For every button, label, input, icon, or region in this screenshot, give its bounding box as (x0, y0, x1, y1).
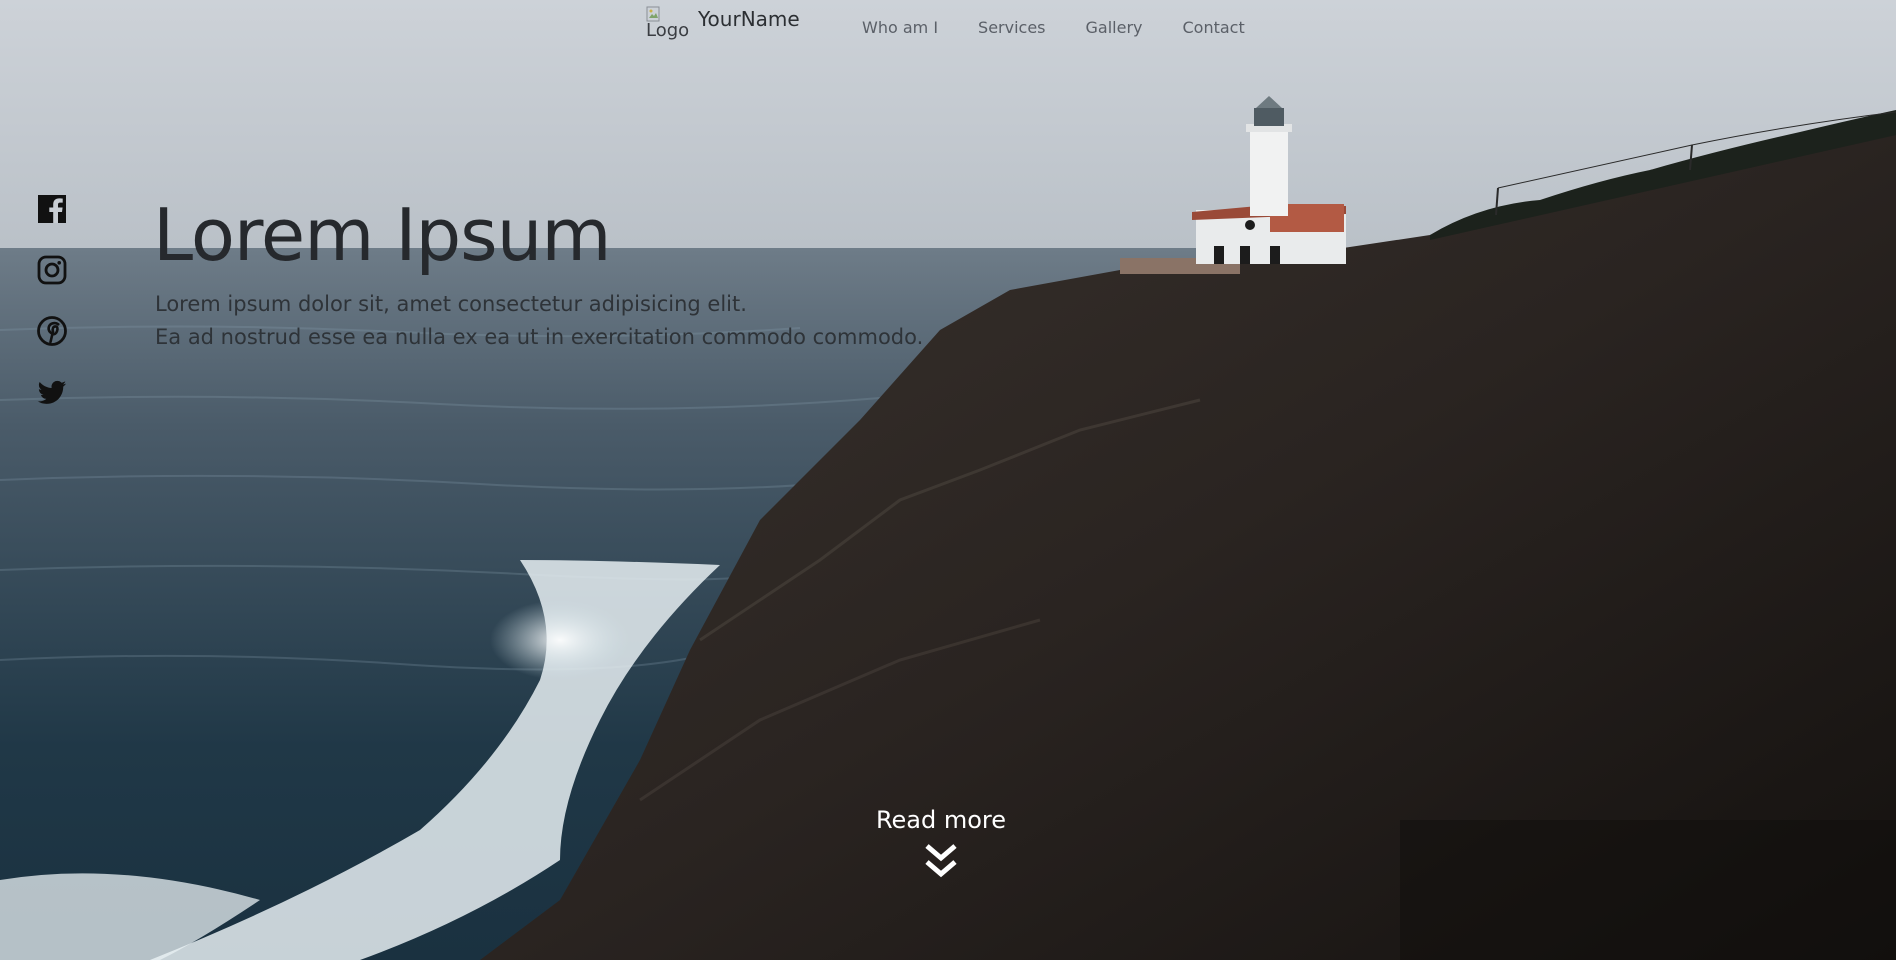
read-more-label: Read more (875, 806, 1007, 834)
double-chevron-down-icon (925, 844, 957, 878)
twitter-icon[interactable] (36, 376, 68, 408)
instagram-icon[interactable] (36, 254, 68, 286)
logo-alt-text: Logo (646, 20, 690, 41)
nav-menu: Who am I Services Gallery Contact (862, 18, 1285, 37)
hero-title: Lorem Ipsum (153, 193, 611, 277)
hero-subtitle-line: Lorem ipsum dolor sit, amet consectetur … (155, 292, 747, 316)
brand-link[interactable]: Logo YourName (646, 6, 800, 42)
brand-name: YourName (698, 7, 800, 31)
pinterest-icon[interactable] (36, 315, 68, 347)
nav-link-gallery[interactable]: Gallery (1086, 18, 1143, 37)
hero-subtitle: Lorem ipsum dolor sit, amet consectetur … (155, 288, 923, 354)
logo-image: Logo (646, 6, 690, 42)
nav-link-services[interactable]: Services (978, 18, 1045, 37)
hero-section: Logo YourName Who am I Services Gallery … (0, 0, 1896, 960)
read-more-button[interactable]: Read more (875, 806, 1007, 884)
hero-subtitle-line: Ea ad nostrud esse ea nulla ex ea ut in … (155, 325, 924, 349)
social-links (36, 193, 68, 437)
top-navbar: Logo YourName Who am I Services Gallery … (0, 0, 1896, 54)
nav-link-who-am-i[interactable]: Who am I (862, 18, 938, 37)
nav-link-contact[interactable]: Contact (1182, 18, 1244, 37)
facebook-icon[interactable] (36, 193, 68, 225)
